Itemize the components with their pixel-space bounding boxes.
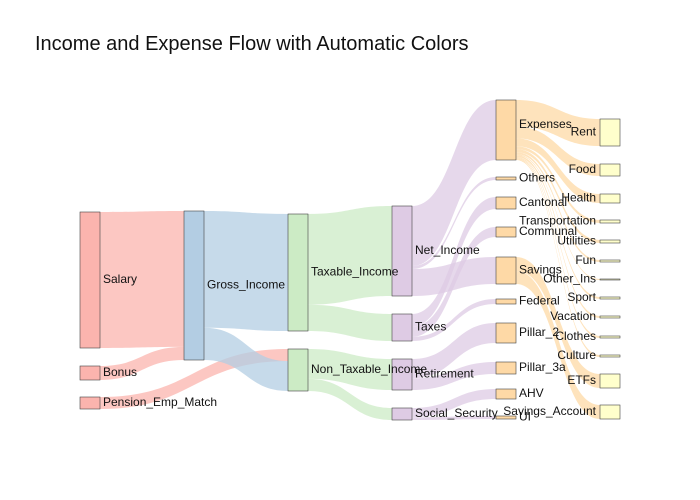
sankey-node-label: Other_Ins [543, 272, 596, 286]
sankey-node [391, 407, 413, 421]
sankey-node-label: Cantonal [519, 195, 567, 209]
sankey-node [599, 278, 621, 281]
sankey-node [495, 99, 517, 161]
sankey-node [599, 354, 621, 358]
sankey-node [287, 348, 309, 392]
sankey-node [79, 211, 101, 349]
sankey-node-label: ETFs [567, 373, 596, 387]
sankey-node [79, 396, 101, 410]
sankey-node-label: Pillar_2 [519, 325, 559, 339]
sankey-node-label: Rent [571, 125, 597, 139]
sankey-node-label: Retirement [415, 367, 474, 381]
sankey-node [599, 163, 621, 177]
sankey-node-label: Culture [557, 348, 596, 362]
sankey-node-label: Sport [567, 290, 596, 304]
sankey-node-label: Transportation [519, 214, 596, 228]
sankey-node [495, 298, 517, 305]
sankey-node [495, 361, 517, 375]
sankey-node [391, 313, 413, 342]
sankey-node-label: Food [569, 162, 596, 176]
sankey-node [599, 335, 621, 339]
sankey-link [308, 206, 392, 305]
sankey-node [599, 259, 621, 263]
sankey-node [495, 176, 517, 181]
sankey-node-label: Non_Taxable_Income [311, 362, 427, 376]
sankey-node-label: Savings_Account [503, 404, 596, 418]
sankey-node-label: Taxable_Income [311, 265, 399, 279]
sankey-figure: Income and Expense Flow with Automatic C… [0, 0, 700, 500]
sankey-node [599, 296, 621, 300]
sankey-node-label: Clothes [555, 329, 596, 343]
sankey-node [599, 219, 621, 224]
sankey-node [599, 373, 621, 389]
sankey-node-label: Federal [519, 294, 560, 308]
sankey-node-label: Health [561, 191, 596, 205]
sankey-node-label: Fun [575, 253, 596, 267]
sankey-node [599, 118, 621, 147]
sankey-node [183, 210, 205, 361]
sankey-node-label: Bonus [103, 365, 137, 379]
sankey-node [599, 315, 621, 319]
chart-title: Income and Expense Flow with Automatic C… [35, 33, 469, 55]
sankey-node-label: Vacation [550, 309, 596, 323]
sankey-node-label: Taxes [415, 320, 446, 334]
sankey-node-label: Others [519, 171, 555, 185]
sankey-node [599, 404, 621, 420]
sankey-node [599, 239, 621, 244]
sankey-node [495, 226, 517, 238]
sankey-node [495, 256, 517, 285]
sankey-node [599, 193, 621, 204]
sankey-node [495, 322, 517, 344]
sankey-node-label: Pillar_3a [519, 360, 566, 374]
sankey-node-label: Gross_Income [207, 278, 285, 292]
sankey-node [287, 213, 309, 332]
sankey-node-label: Net_Income [415, 243, 480, 257]
sankey-link [204, 211, 288, 331]
sankey-node-label: Pension_Emp_Match [103, 395, 217, 409]
sankey-node-label: Utilities [557, 234, 596, 248]
sankey-node [79, 365, 101, 381]
sankey-node-label: Salary [103, 272, 137, 286]
sankey-node [495, 196, 517, 210]
sankey-node [495, 388, 517, 400]
sankey-node-label: AHV [519, 386, 544, 400]
sankey-node [391, 205, 413, 297]
sankey-node-label: Social_Security [415, 406, 498, 420]
sankey-node-label: Expenses [519, 117, 572, 131]
